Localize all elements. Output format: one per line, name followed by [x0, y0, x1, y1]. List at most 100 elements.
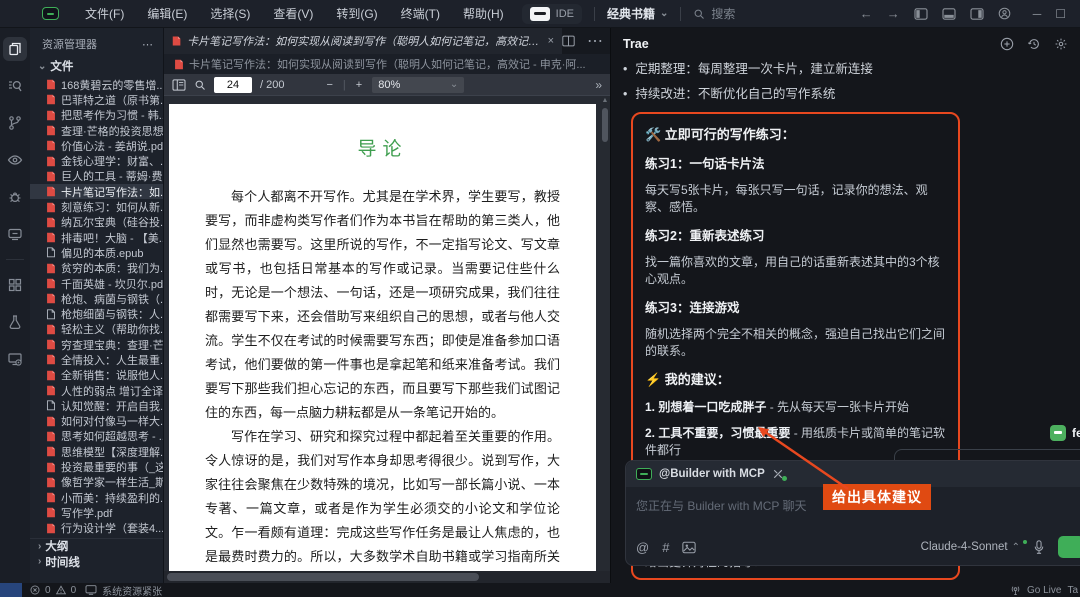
- go-live-button[interactable]: Go Live: [1027, 585, 1061, 596]
- more-actions-icon[interactable]: ⋯: [142, 38, 153, 51]
- pdf-file-icon: [46, 492, 56, 503]
- resource-status[interactable]: 系统资源紧张: [102, 583, 162, 597]
- warnings-count[interactable]: 0: [71, 585, 77, 596]
- file-item[interactable]: 偏见的本质.epub: [30, 245, 163, 260]
- file-item[interactable]: 查理·芒格的投资思想...: [30, 123, 163, 138]
- pdf-paragraph: 写作在学习、研究和探究过程中都起着至关重要的作用。令人惊讶的是，我们对写作本身却…: [205, 425, 560, 571]
- file-item[interactable]: 价值心法 - 姜胡说.pdf: [30, 138, 163, 153]
- timeline-section-header[interactable]: › 时间线: [30, 554, 163, 570]
- pdf-vertical-scrollbar[interactable]: ▲: [600, 96, 610, 571]
- menu-item[interactable]: 文件(F): [85, 5, 124, 22]
- menu-item[interactable]: 选择(S): [210, 5, 250, 22]
- menu-item[interactable]: 查看(V): [273, 5, 313, 22]
- file-item[interactable]: 纳瓦尔宝典（硅谷投...: [30, 215, 163, 230]
- more-actions-icon[interactable]: ⋯: [587, 31, 603, 51]
- context-icon[interactable]: #: [662, 540, 669, 555]
- scrollbar-thumb[interactable]: [602, 108, 608, 142]
- pdf-search-icon[interactable]: [194, 79, 206, 91]
- file-item[interactable]: 行为设计学（套装4...: [30, 521, 163, 536]
- account-icon[interactable]: [998, 7, 1011, 20]
- file-item-selected[interactable]: 卡片笔记写作法：如...: [30, 184, 163, 199]
- file-item[interactable]: 穷查理宝典：查理·芒...: [30, 337, 163, 352]
- file-item[interactable]: 千面英雄 - 坎贝尔.pdf: [30, 276, 163, 291]
- breadcrumb[interactable]: 卡片笔记写作法：如何实现从阅读到写作（聪明人如何记笔记，高效记 - 申克·阿..…: [164, 54, 610, 74]
- file-name: 全情投入：人生最重...: [61, 352, 163, 367]
- project-switcher[interactable]: 经典书籍 ⌄: [607, 5, 668, 22]
- image-attach-icon[interactable]: [682, 541, 696, 554]
- files-section-header[interactable]: ⌄ 文件: [30, 56, 163, 77]
- debug-icon[interactable]: [3, 185, 27, 209]
- toggle-right-panel-button[interactable]: [970, 8, 984, 20]
- menu-item[interactable]: 编辑(E): [147, 5, 187, 22]
- file-item[interactable]: 小而美：持续盈利的...: [30, 490, 163, 505]
- chat-card-icon[interactable]: [3, 222, 27, 246]
- menu-item[interactable]: 终端(T): [401, 5, 440, 22]
- file-item[interactable]: 人性的弱点 增订全译...: [30, 383, 163, 398]
- nav-forward-button[interactable]: →: [887, 6, 900, 21]
- mention-icon[interactable]: @: [636, 540, 649, 555]
- gear-icon[interactable]: [1054, 37, 1068, 51]
- page-number-input[interactable]: [214, 77, 252, 93]
- toggle-bottom-panel-button[interactable]: [942, 8, 956, 20]
- file-name: 投资最重要的事（_这...: [61, 459, 163, 474]
- file-item[interactable]: 枪炮、病菌与钢铁（...: [30, 291, 163, 306]
- file-item[interactable]: 思维模型【深度理解...: [30, 444, 163, 459]
- zoom-in-button[interactable]: +: [356, 79, 362, 91]
- zoom-level-select[interactable]: 80% ⌄: [372, 77, 464, 93]
- statusbar-partial-item[interactable]: Ta: [1067, 585, 1078, 596]
- ide-badge[interactable]: IDE: [522, 4, 582, 24]
- history-icon[interactable]: [1027, 37, 1041, 51]
- file-item[interactable]: 排毒吧！大脑 - 【美...: [30, 230, 163, 245]
- split-editor-icon[interactable]: [562, 35, 575, 47]
- close-icon[interactable]: ×: [548, 35, 554, 47]
- file-item[interactable]: 思考如何超越思考 - ...: [30, 429, 163, 444]
- pdf-horizontal-scrollbar[interactable]: [164, 571, 610, 583]
- errors-count[interactable]: 0: [45, 585, 51, 596]
- remote-indicator[interactable]: [0, 583, 22, 597]
- scroll-up-icon[interactable]: ▲: [600, 96, 610, 106]
- model-selector[interactable]: Claude-4-Sonnet ⌃: [921, 541, 1020, 553]
- menu-item[interactable]: 转到(G): [336, 5, 377, 22]
- global-search[interactable]: 搜索: [693, 5, 735, 22]
- file-item[interactable]: 刻意练习：如何从新...: [30, 199, 163, 214]
- file-item[interactable]: 如何对付像马一样大...: [30, 414, 163, 429]
- source-control-icon[interactable]: [3, 111, 27, 135]
- sidebar-toggle-icon[interactable]: [172, 79, 186, 91]
- new-chat-icon[interactable]: [1000, 37, 1014, 51]
- file-item[interactable]: 168黄碧云的零售增...: [30, 77, 163, 92]
- builder-agent-icon: [636, 468, 652, 480]
- file-item[interactable]: 巨人的工具 - 蒂姆·费...: [30, 169, 163, 184]
- test-flask-icon[interactable]: [3, 310, 27, 334]
- file-item[interactable]: 把思考作为习惯 - 韩...: [30, 108, 163, 123]
- file-item[interactable]: 全情投入：人生最重...: [30, 352, 163, 367]
- file-item[interactable]: 认知觉醒：开启自我...: [30, 398, 163, 413]
- activity-bar: [0, 28, 30, 583]
- scrollbar-thumb[interactable]: [167, 573, 479, 581]
- file-item[interactable]: 投资最重要的事（_这...: [30, 459, 163, 474]
- maximize-button[interactable]: ☐: [1055, 7, 1066, 21]
- file-item[interactable]: 像哲学家一样生活_斯...: [30, 475, 163, 490]
- tab-pdf-file[interactable]: 卡片笔记写作法：如何实现从阅读到写作（聪明人如何记笔记，高效记 - 申克·阿伦斯…: [164, 28, 562, 54]
- file-item[interactable]: 枪炮细菌与钢铁：人...: [30, 306, 163, 321]
- microphone-icon[interactable]: [1033, 540, 1045, 555]
- file-item[interactable]: 巴菲特之道（原书第...: [30, 92, 163, 107]
- file-item[interactable]: 轻松主义（帮助你找...: [30, 322, 163, 337]
- explorer-icon[interactable]: [3, 37, 27, 61]
- toolbar-more-icon[interactable]: »: [595, 78, 602, 92]
- pdf-file-icon: [46, 94, 56, 105]
- extensions-icon[interactable]: [3, 273, 27, 297]
- zoom-out-button[interactable]: −: [326, 79, 332, 91]
- eye-icon[interactable]: [3, 148, 27, 172]
- toggle-left-panel-button[interactable]: [914, 8, 928, 20]
- nav-back-button[interactable]: ←: [860, 6, 873, 21]
- outline-section-header[interactable]: › 大纲: [30, 538, 163, 554]
- minimize-button[interactable]: ─: [1033, 7, 1042, 21]
- file-item[interactable]: 写作学.pdf: [30, 505, 163, 520]
- file-item[interactable]: 贫穷的本质：我们为...: [30, 261, 163, 276]
- file-item[interactable]: 全新销售：说服他人...: [30, 368, 163, 383]
- send-button[interactable]: [1058, 536, 1080, 558]
- search-icon[interactable]: [3, 74, 27, 98]
- remote-icon[interactable]: [3, 347, 27, 371]
- file-item[interactable]: 金钱心理学：财富、...: [30, 153, 163, 168]
- menu-item[interactable]: 帮助(H): [463, 5, 504, 22]
